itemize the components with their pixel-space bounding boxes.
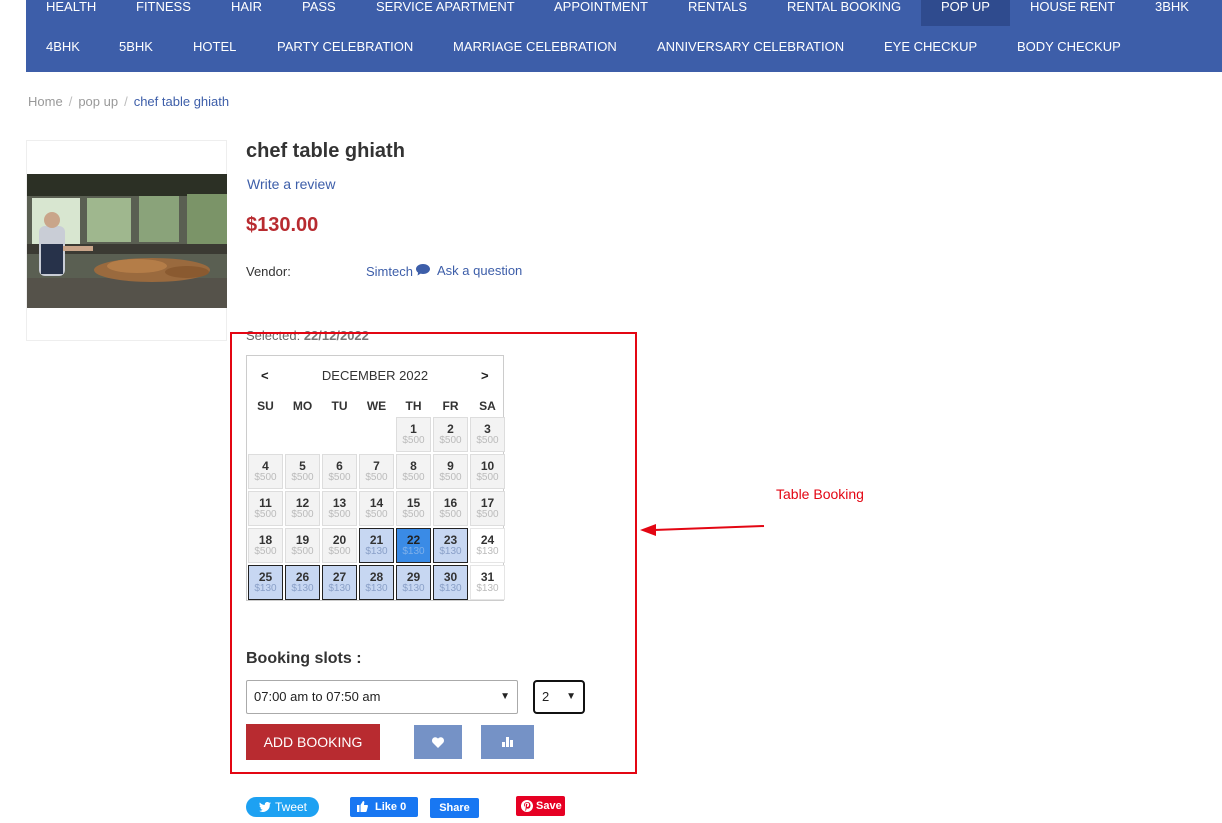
facebook-share-button[interactable]: Share: [430, 798, 479, 818]
twitter-bird-icon: [259, 802, 271, 812]
chat-bubble-icon: [416, 263, 430, 281]
nav-item-marriage-celebration[interactable]: MARRIAGE CELEBRATION: [433, 26, 637, 68]
nav-item-rentals[interactable]: RENTALS: [668, 0, 767, 26]
breadcrumb-current: chef table ghiath: [133, 94, 230, 109]
breadcrumb-separator: /: [68, 94, 73, 109]
nav-item-party-celebration[interactable]: PARTY CELEBRATION: [257, 26, 433, 68]
nav-item-hair[interactable]: HAIR: [211, 0, 282, 26]
tweet-button[interactable]: Tweet: [246, 797, 319, 817]
pinterest-save-button[interactable]: Save: [516, 796, 565, 816]
facebook-like-label: Like 0: [375, 801, 407, 813]
pinterest-icon: [521, 800, 533, 812]
write-review-link[interactable]: Write a review: [247, 176, 335, 192]
nav-item-service-apartment[interactable]: SERVICE APARTMENT: [356, 0, 535, 26]
nav-item-rental-booking[interactable]: RENTAL BOOKING: [767, 0, 921, 26]
pinterest-save-label: Save: [536, 800, 562, 812]
nav-item-health[interactable]: HEALTH: [26, 0, 116, 26]
annotation-label: Table Booking: [776, 486, 864, 502]
tweet-label: Tweet: [275, 800, 308, 814]
product-price: $130.00: [246, 214, 319, 236]
breadcrumb: Home / pop up / chef table ghiath: [28, 94, 229, 109]
nav-item-anniversary-celebration[interactable]: ANNIVERSARY CELEBRATION: [637, 26, 864, 68]
facebook-like-button[interactable]: Like 0: [350, 797, 418, 817]
annotation-arrow-icon: [640, 524, 765, 536]
nav-item-eye-checkup[interactable]: EYE CHECKUP: [864, 26, 997, 68]
top-navigation: HEALTH FITNESS HAIR PASS SERVICE APARTME…: [26, 0, 1222, 72]
nav-item-pass[interactable]: PASS: [282, 0, 356, 26]
nav-item-appointment[interactable]: APPOINTMENT: [534, 0, 668, 26]
nav-item-4bhk[interactable]: 4BHK: [26, 26, 100, 68]
product-title: chef table ghiath: [246, 140, 405, 162]
vendor-label: Vendor:: [246, 264, 291, 279]
nav-item-3bhk[interactable]: 3BHK: [1135, 0, 1209, 26]
breadcrumb-separator: /: [124, 94, 128, 109]
nav-item-fitness[interactable]: FITNESS: [116, 0, 211, 26]
nav-item-body-checkup[interactable]: BODY CHECKUP: [997, 26, 1141, 68]
annotation-highlight-box: [230, 332, 637, 774]
breadcrumb-home[interactable]: Home: [28, 94, 63, 109]
vendor-link[interactable]: Simtech: [366, 264, 413, 279]
nav-item-pop-up[interactable]: POP UP: [921, 0, 1010, 26]
ask-question-link[interactable]: Ask a question: [437, 263, 522, 278]
nav-row-2: 4BHK 5BHK HOTEL PARTY CELEBRATION MARRIA…: [26, 26, 1222, 68]
product-image-frame[interactable]: [26, 140, 227, 341]
product-photo[interactable]: [27, 174, 227, 308]
nav-item-hotel[interactable]: HOTEL: [173, 26, 256, 68]
nav-row-1: HEALTH FITNESS HAIR PASS SERVICE APARTME…: [26, 0, 1222, 26]
nav-item-5bhk[interactable]: 5BHK: [99, 26, 173, 68]
thumbs-up-icon: [357, 801, 368, 812]
nav-item-house-rent[interactable]: HOUSE RENT: [1010, 0, 1135, 26]
breadcrumb-category[interactable]: pop up: [78, 94, 118, 109]
